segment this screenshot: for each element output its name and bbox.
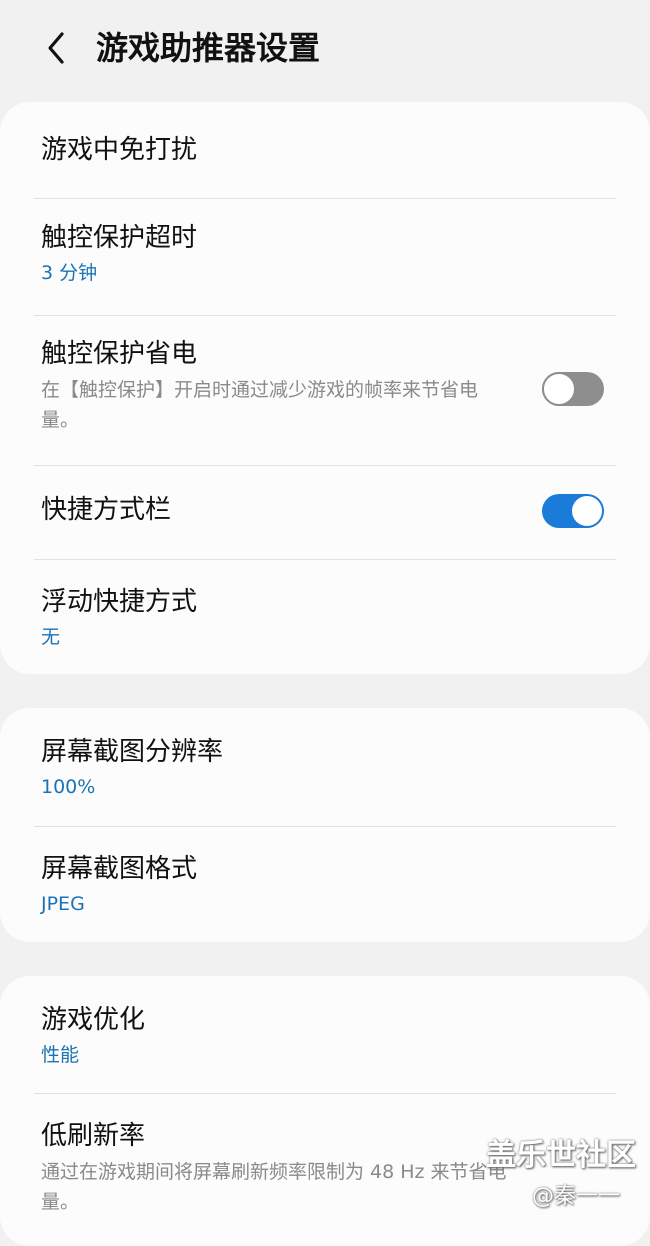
watermark-author: @秦一一 — [532, 1184, 621, 1209]
setting-item-game-optimization[interactable]: 游戏优化 性能 — [0, 976, 650, 1093]
setting-item-dnd[interactable]: 游戏中免打扰 — [0, 102, 650, 198]
app-header: 游戏助推器设置 — [0, 0, 650, 100]
setting-item-screenshot-format[interactable]: 屏幕截图格式 JPEG — [0, 826, 650, 942]
setting-value: 无 — [41, 626, 61, 648]
setting-item-shortcut-bar[interactable]: 快捷方式栏 — [0, 465, 650, 559]
setting-title: 游戏中免打扰 — [41, 135, 198, 165]
touch-power-toggle[interactable] — [542, 372, 604, 406]
setting-value: 3 分钟 — [41, 262, 98, 284]
setting-title: 触控保护省电 — [41, 339, 198, 369]
setting-item-floating-shortcut[interactable]: 浮动快捷方式 无 — [0, 559, 650, 674]
toggle-knob — [572, 496, 602, 526]
setting-description: 通过在游戏期间将屏幕刷新频率限制为 48 Hz 来节省电量。 — [41, 1161, 507, 1213]
setting-title: 快捷方式栏 — [41, 495, 172, 525]
watermark-logo-text: 盖乐世社区 — [486, 1138, 636, 1173]
toggle-knob — [542, 372, 576, 406]
settings-card-general: 游戏中免打扰 触控保护超时 3 分钟 触控保护省电 在【触控保护】开启时通过减少… — [0, 102, 650, 674]
setting-item-touch-power[interactable]: 触控保护省电 在【触控保护】开启时通过减少游戏的帧率来节省电量。 — [0, 315, 650, 465]
shortcut-bar-toggle[interactable] — [542, 494, 604, 528]
setting-title: 游戏优化 — [41, 1005, 146, 1035]
page-title: 游戏助推器设置 — [96, 29, 321, 67]
setting-title: 触控保护超时 — [41, 223, 198, 253]
setting-item-touch-timeout[interactable]: 触控保护超时 3 分钟 — [0, 198, 650, 315]
back-button[interactable] — [34, 26, 78, 70]
setting-value: 100% — [41, 776, 96, 798]
setting-value: 性能 — [41, 1044, 80, 1066]
setting-title: 浮动快捷方式 — [41, 587, 198, 617]
setting-title: 屏幕截图格式 — [41, 854, 198, 884]
setting-value: JPEG — [41, 893, 85, 915]
back-arrow-icon — [48, 32, 64, 64]
setting-description: 在【触控保护】开启时通过减少游戏的帧率来节省电量。 — [41, 379, 479, 431]
setting-title: 屏幕截图分辨率 — [41, 737, 224, 767]
settings-card-screenshot: 屏幕截图分辨率 100% 屏幕截图格式 JPEG — [0, 708, 650, 942]
setting-item-screenshot-resolution[interactable]: 屏幕截图分辨率 100% — [0, 708, 650, 826]
